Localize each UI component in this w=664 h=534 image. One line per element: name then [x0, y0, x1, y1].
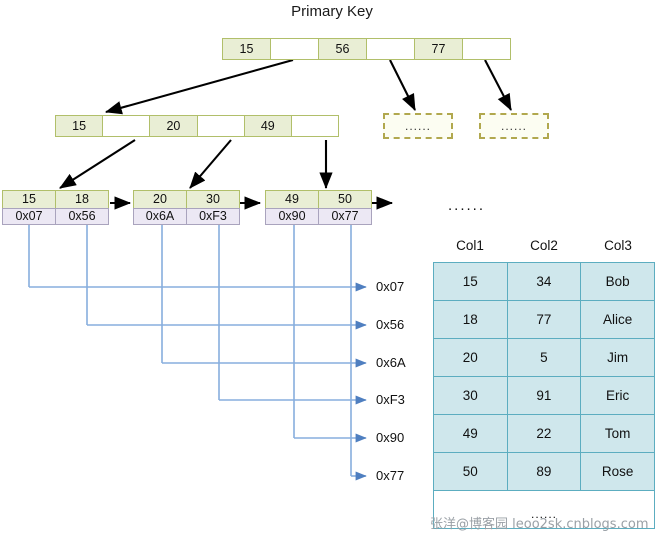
table-row[interactable]: 15 34 Bob [433, 262, 655, 301]
cell-r0-c0: 15 [433, 262, 508, 301]
leaf-2-pointer-0[interactable]: 0x6A [133, 208, 187, 225]
leaf-3-key-1[interactable]: 50 [318, 190, 372, 209]
pointer-connectors [28, 224, 367, 481]
leaf-node-2-keys: 20 30 [133, 190, 241, 209]
cell-r4-c2: Tom [580, 414, 655, 453]
row-pointer-label-2: 0x6A [376, 355, 406, 370]
cell-r0-c2: Bob [580, 262, 655, 301]
internal-cell-ptr-0[interactable] [102, 115, 151, 137]
cell-r1-c2: Alice [580, 300, 655, 339]
cell-r1-c1: 77 [506, 300, 582, 339]
row-pointer-label-3: 0xF3 [376, 392, 405, 407]
root-node: 15 56 77 [222, 38, 511, 60]
leaf-3-pointer-1[interactable]: 0x77 [318, 208, 372, 225]
placeholder-node-2: ...... [479, 113, 549, 139]
page-title: Primary Key [291, 3, 373, 20]
table-row[interactable]: 49 22 Tom [433, 414, 655, 453]
table-column-headers: Col1 Col2 Col3 [433, 238, 655, 253]
leaf-1-pointer-0[interactable]: 0x07 [2, 208, 56, 225]
table-header-col2: Col2 [530, 238, 558, 253]
arrow-internal-to-leaf-1 [59, 139, 136, 189]
table-row[interactable]: 20 5 Jim [433, 338, 655, 377]
cell-r4-c1: 22 [506, 414, 582, 453]
leaf-1-key-0[interactable]: 15 [2, 190, 56, 209]
leaf-3-pointer-0[interactable]: 0x90 [265, 208, 319, 225]
root-cell-ptr-0[interactable] [270, 38, 319, 60]
leaf-node-1-keys: 15 18 [2, 190, 110, 209]
placeholder-node-1: ...... [383, 113, 453, 139]
arrow-root-to-internal [104, 58, 294, 115]
leaf-node-3-keys: 49 50 [265, 190, 373, 209]
leaf-node-3-pointers: 0x90 0x77 [265, 208, 373, 225]
row-pointer-label-0: 0x07 [376, 279, 405, 294]
internal-cell-key-2[interactable]: 49 [243, 115, 292, 137]
leaf-3-key-0[interactable]: 49 [265, 190, 319, 209]
row-pointer-label-5: 0x77 [376, 468, 405, 483]
arrow-root-to-placeholder-1 [389, 59, 416, 111]
leaf-2-pointer-1[interactable]: 0xF3 [186, 208, 240, 225]
cell-r5-c1: 89 [506, 452, 582, 491]
cell-r0-c1: 34 [506, 262, 582, 301]
root-cell-key-1[interactable]: 56 [318, 38, 367, 60]
internal-cell-ptr-1[interactable] [196, 115, 245, 137]
cell-r3-c1: 91 [506, 376, 582, 415]
root-cell-key-0[interactable]: 15 [222, 38, 271, 60]
placeholder-node-1-label: ...... [404, 119, 431, 133]
root-cell-ptr-1[interactable] [366, 38, 415, 60]
leaf-2-key-0[interactable]: 20 [133, 190, 187, 209]
cell-r2-c2: Jim [580, 338, 655, 377]
table-row[interactable]: 30 91 Eric [433, 376, 655, 415]
cell-r3-c2: Eric [580, 376, 655, 415]
leaf-node-2-pointers: 0x6A 0xF3 [133, 208, 241, 225]
watermark: 张洋@博客园 leoo2sk.cnblogs.com [430, 517, 649, 532]
internal-cell-key-1[interactable]: 20 [149, 115, 198, 137]
table-row[interactable]: 50 89 Rose [433, 452, 655, 491]
leaf-1-pointer-1[interactable]: 0x56 [55, 208, 109, 225]
diagram-canvas: Primary Key 15 56 77 15 20 49 ...... ...… [0, 0, 664, 534]
placeholder-node-2-label: ...... [500, 119, 527, 133]
arrow-root-to-placeholder-2 [484, 59, 512, 111]
data-table: 15 34 Bob 18 77 Alice 20 5 Jim 30 91 Eri… [433, 262, 655, 529]
table-header-col1: Col1 [456, 238, 484, 253]
cell-r4-c0: 49 [433, 414, 508, 453]
tree-continuation-ellipsis: ...... [448, 197, 486, 214]
cell-r5-c0: 50 [433, 452, 508, 491]
internal-cell-ptr-2[interactable] [290, 115, 340, 137]
leaf-1-key-1[interactable]: 18 [55, 190, 109, 209]
internal-node: 15 20 49 [55, 115, 340, 137]
leaf-2-key-1[interactable]: 30 [186, 190, 240, 209]
table-row[interactable]: 18 77 Alice [433, 300, 655, 339]
cell-r2-c1: 5 [506, 338, 582, 377]
cell-r1-c0: 18 [433, 300, 508, 339]
row-pointer-label-1: 0x56 [376, 317, 405, 332]
root-cell-ptr-2[interactable] [462, 38, 511, 60]
internal-cell-key-0[interactable]: 15 [55, 115, 104, 137]
arrow-internal-to-leaf-2 [189, 139, 232, 189]
leaf-node-1-pointers: 0x07 0x56 [2, 208, 110, 225]
cell-r5-c2: Rose [580, 452, 655, 491]
root-cell-key-2[interactable]: 77 [414, 38, 463, 60]
cell-r2-c0: 20 [433, 338, 508, 377]
cell-r3-c0: 30 [433, 376, 508, 415]
table-header-col3: Col3 [604, 238, 632, 253]
row-pointer-label-4: 0x90 [376, 430, 405, 445]
